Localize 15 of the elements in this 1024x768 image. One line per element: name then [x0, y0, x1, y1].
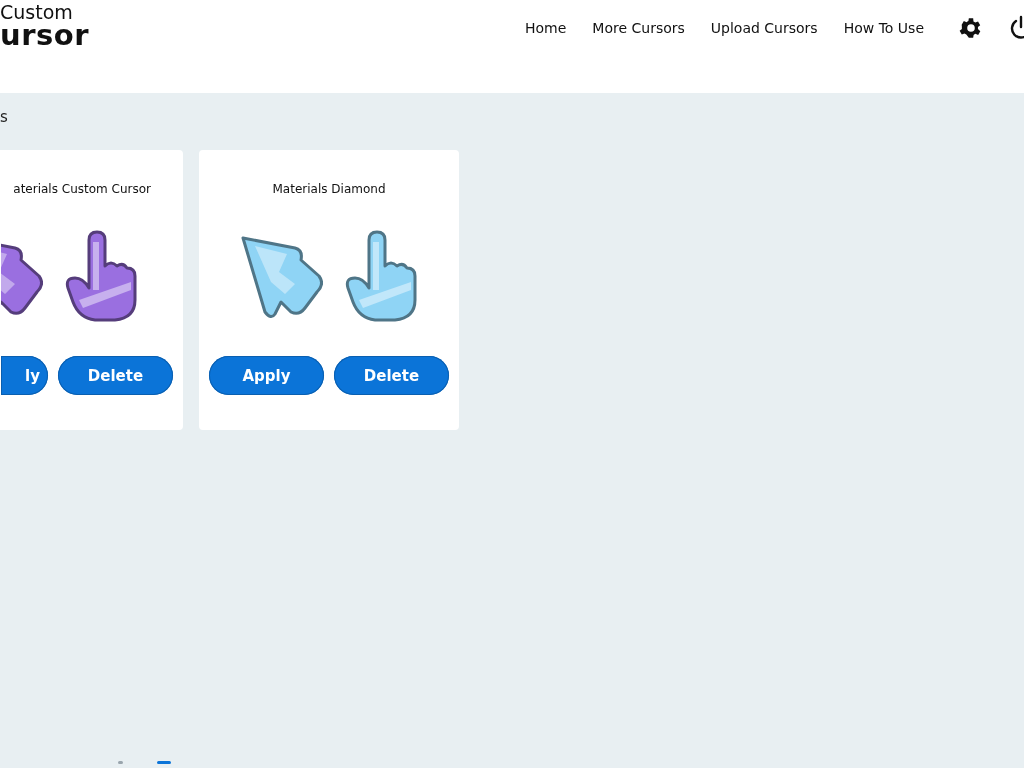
card-title: aterials Custom Cursor [13, 182, 151, 196]
nav-link[interactable]: More Cursors [592, 19, 685, 36]
nav-link[interactable]: How To Use [843, 19, 924, 36]
logo-text: Custom [0, 2, 74, 22]
apply-button[interactable]: Apply [209, 356, 324, 395]
logo-text: ursor [0, 22, 89, 49]
hand-cursor-icon [345, 230, 419, 322]
card-title: Materials Diamond [272, 182, 386, 196]
section-heading: s [0, 107, 9, 127]
delete-button[interactable]: Delete [334, 356, 449, 395]
hand-cursor-icon [65, 230, 139, 322]
apply-button[interactable]: ly [1, 356, 48, 395]
delete-button[interactable]: Delete [58, 356, 173, 395]
nav-link[interactable]: Home [525, 19, 567, 36]
nav-link[interactable]: Upload Cursors [710, 19, 818, 36]
